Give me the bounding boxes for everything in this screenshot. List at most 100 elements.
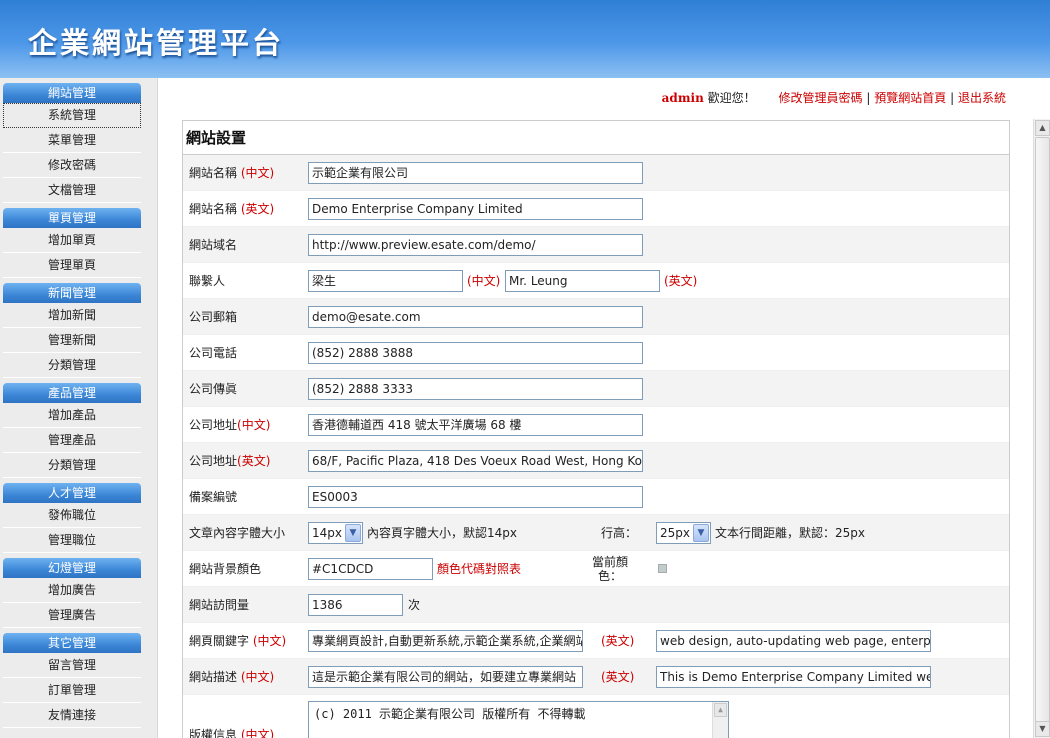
sidebar-group-title[interactable]: 人才管理 xyxy=(3,483,141,503)
keywords-zh-input[interactable]: 專業網頁設計,自動更新系統,示範企業系統,企業網站 xyxy=(308,630,583,652)
contact-en-input[interactable]: Mr. Leung xyxy=(505,270,660,292)
address-zh-input[interactable]: 香港德輔道西 418 號太平洋廣場 68 樓 xyxy=(308,414,643,436)
description-en-input[interactable]: This is Demo Enterprise Company Limited … xyxy=(656,666,931,688)
color-table-link[interactable]: 顏色代碼對照表 xyxy=(437,551,521,587)
sidebar: 網站管理 系統管理 菜單管理 修改密碼 文檔管理 單頁管理 增加單頁 管理單頁 … xyxy=(0,78,158,738)
logout-link[interactable]: 退出系統 xyxy=(958,91,1006,105)
field-label: 公司電話 xyxy=(189,346,238,360)
form-row-phone: 公司電話 (852) 2888 3888 xyxy=(183,335,1009,371)
form-row-site-name-en: 網站名稱 (英文) Demo Enterprise Company Limite… xyxy=(183,191,1009,227)
field-label: 網站背景顏色 xyxy=(189,562,262,576)
page-scrollbar[interactable]: ▲ ▼ xyxy=(1033,119,1050,738)
sidebar-item-news-category[interactable]: 分類管理 xyxy=(3,353,141,378)
sidebar-group-site: 網站管理 系統管理 菜單管理 修改密碼 文檔管理 xyxy=(0,83,157,203)
en-tag: (英文) xyxy=(601,634,635,648)
field-label: 公司地址(中文) xyxy=(189,418,271,432)
sidebar-item-manage-news[interactable]: 管理新聞 xyxy=(3,328,141,353)
sidebar-item-add-news[interactable]: 增加新聞 xyxy=(3,303,141,328)
contact-zh-input[interactable]: 梁生 xyxy=(308,270,463,292)
sidebar-item-password[interactable]: 修改密碼 xyxy=(3,153,141,178)
sidebar-item-add-ad[interactable]: 增加廣告 xyxy=(3,578,141,603)
form-row-keywords: 網頁關鍵字 (中文) 專業網頁設計,自動更新系統,示範企業系統,企業網站 (英文… xyxy=(183,623,1009,659)
domain-input[interactable]: http://www.preview.esate.com/demo/ xyxy=(308,234,643,256)
sidebar-item-add-page[interactable]: 增加單頁 xyxy=(3,228,141,253)
sidebar-item-post-job[interactable]: 發佈職位 xyxy=(3,503,141,528)
record-no-input[interactable]: ES0003 xyxy=(308,486,643,508)
sidebar-item-product-category[interactable]: 分類管理 xyxy=(3,453,141,478)
sidebar-item-links[interactable]: 友情連接 xyxy=(3,703,141,728)
address-en-input[interactable]: 68/F, Pacific Plaza, 418 Des Voeux Road … xyxy=(308,450,643,472)
sidebar-item-system[interactable]: 系統管理 xyxy=(3,103,141,128)
arrow-up-icon[interactable]: ▲ xyxy=(1035,120,1050,136)
current-color-label: 當前顏色： xyxy=(591,555,628,583)
field-label: 備案編號 xyxy=(189,490,238,504)
email-input[interactable]: demo@esate.com xyxy=(308,306,643,328)
field-label: 網站名稱 (中文) xyxy=(189,166,275,180)
sidebar-group-title[interactable]: 新聞管理 xyxy=(3,283,141,303)
field-label: 網頁關鍵字 (中文) xyxy=(189,634,287,648)
field-label: 公司地址(英文) xyxy=(189,454,271,468)
sidebar-item-messages[interactable]: 留言管理 xyxy=(3,653,141,678)
top-bar: admin 歡迎您！ 修改管理員密碼 | 預覽網站首頁 | 退出系統 xyxy=(160,78,1050,118)
site-name-zh-input[interactable]: 示範企業有限公司 xyxy=(308,162,643,184)
sidebar-item-menu[interactable]: 菜單管理 xyxy=(3,128,141,153)
scrollbar-thumb[interactable] xyxy=(1035,137,1050,722)
field-label: 聯繫人 xyxy=(189,274,226,288)
en-tag: (英文) xyxy=(601,670,635,684)
line-height-select[interactable]: 25px ▼ xyxy=(656,522,711,544)
font-size-select[interactable]: 14px ▼ xyxy=(308,522,363,544)
form-row-description: 網站描述 (中文) 這是示範企業有限公司的網站，如要建立專業網站 (英文) Th… xyxy=(183,659,1009,695)
description-zh-input[interactable]: 這是示範企業有限公司的網站，如要建立專業網站 xyxy=(308,666,583,688)
sidebar-item-manage-product[interactable]: 管理產品 xyxy=(3,428,141,453)
keywords-en-input[interactable]: web design, auto-updating web page, ente… xyxy=(656,630,931,652)
arrow-up-icon[interactable]: ▲ xyxy=(714,703,727,717)
user-links: admin 歡迎您！ 修改管理員密碼 | 預覽網站首頁 | 退出系統 xyxy=(662,89,1006,106)
field-label: 文章內容字體大小 xyxy=(189,526,286,540)
visits-unit: 次 xyxy=(408,598,421,612)
form-row-domain: 網站域名 http://www.preview.esate.com/demo/ xyxy=(183,227,1009,263)
form-row-bg-color: 網站背景顏色 #C1CDCD 顏色代碼對照表 當前顏色： xyxy=(183,551,1009,587)
sidebar-group-title[interactable]: 單頁管理 xyxy=(3,208,141,228)
sidebar-item-manage-ads[interactable]: 管理廣告 xyxy=(3,603,141,628)
field-label: 版權信息 (中文) xyxy=(189,728,275,738)
sidebar-group-title[interactable]: 產品管理 xyxy=(3,383,141,403)
separator: | xyxy=(866,91,871,105)
app-logo: 企業網站管理平台 xyxy=(28,26,285,60)
sidebar-group-product: 產品管理 增加產品 管理產品 分類管理 xyxy=(0,383,157,478)
form-row-address-en: 公司地址(英文) 68/F, Pacific Plaza, 418 Des Vo… xyxy=(183,443,1009,479)
field-label: 公司郵箱 xyxy=(189,310,238,324)
settings-panel: 網站設置 網站名稱 (中文) 示範企業有限公司 網站名稱 (英文) Demo E… xyxy=(182,120,1010,738)
visits-input[interactable]: 1386 xyxy=(308,594,403,616)
panel-title: 網站設置 xyxy=(183,121,1009,155)
arrow-down-icon[interactable]: ▼ xyxy=(1035,721,1050,737)
sidebar-group-title[interactable]: 網站管理 xyxy=(3,83,141,103)
site-name-en-input[interactable]: Demo Enterprise Company Limited xyxy=(308,198,643,220)
color-swatch xyxy=(658,564,667,573)
form-row-visits: 網站訪問量 1386 次 xyxy=(183,587,1009,623)
field-label: 網站名稱 (英文) xyxy=(189,202,275,216)
sidebar-item-manage-page[interactable]: 管理單頁 xyxy=(3,253,141,278)
fax-input[interactable]: (852) 2888 3333 xyxy=(308,378,643,400)
sidebar-item-add-product[interactable]: 增加產品 xyxy=(3,403,141,428)
line-height-label: 行高： xyxy=(601,526,638,540)
sidebar-item-manage-jobs[interactable]: 管理職位 xyxy=(3,528,141,553)
sidebar-item-documents[interactable]: 文檔管理 xyxy=(3,178,141,203)
en-tag: (英文) xyxy=(664,274,698,288)
form-row-fax: 公司傳眞 (852) 2888 3333 xyxy=(183,371,1009,407)
sidebar-item-orders[interactable]: 訂單管理 xyxy=(3,678,141,703)
sidebar-group-title[interactable]: 其它管理 xyxy=(3,633,141,653)
sidebar-group-page: 單頁管理 增加單頁 管理單頁 xyxy=(0,208,157,278)
textarea-scrollbar[interactable]: ▲ xyxy=(712,702,728,738)
form-row-site-name-zh: 網站名稱 (中文) 示範企業有限公司 xyxy=(183,155,1009,191)
field-label: 網站描述 (中文) xyxy=(189,670,275,684)
form-row-email: 公司郵箱 demo@esate.com xyxy=(183,299,1009,335)
phone-input[interactable]: (852) 2888 3888 xyxy=(308,342,643,364)
change-password-link[interactable]: 修改管理員密碼 xyxy=(779,91,863,105)
preview-site-link[interactable]: 預覽網站首頁 xyxy=(874,91,946,105)
sidebar-group-title[interactable]: 幻燈管理 xyxy=(3,558,141,578)
bg-color-input[interactable]: #C1CDCD xyxy=(308,558,433,580)
copyright-textarea[interactable]: (c) 2011 示範企業有限公司 版權所有 不得轉載 ▲ xyxy=(308,701,729,738)
form-row-address-zh: 公司地址(中文) 香港德輔道西 418 號太平洋廣場 68 樓 xyxy=(183,407,1009,443)
chevron-down-icon[interactable]: ▼ xyxy=(693,524,709,542)
chevron-down-icon[interactable]: ▼ xyxy=(345,524,361,542)
